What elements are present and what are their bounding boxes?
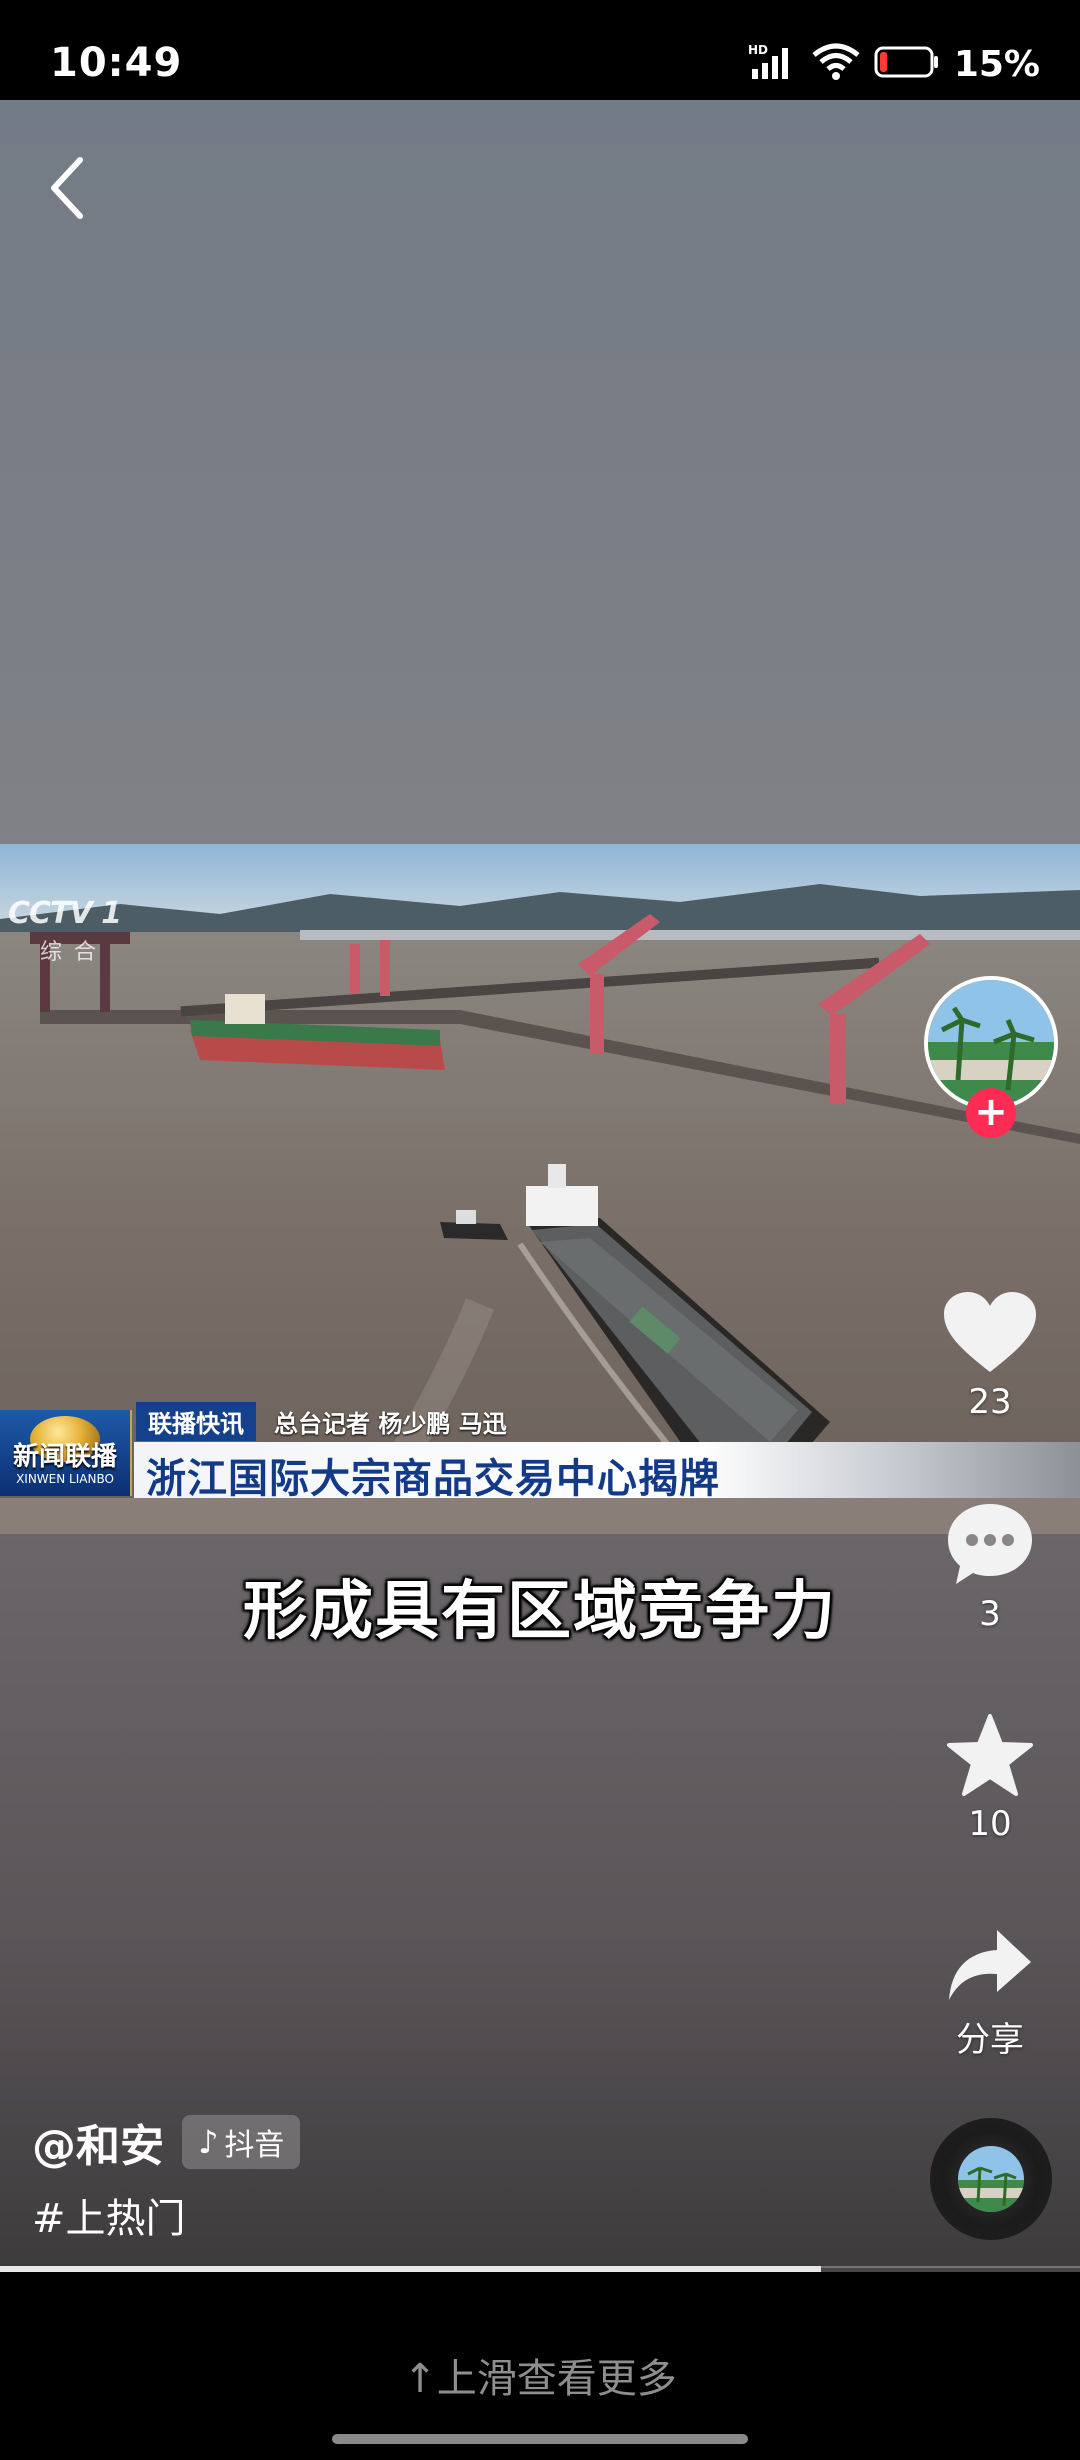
home-indicator[interactable]: [332, 2434, 748, 2444]
comment-icon: [948, 1504, 1032, 1584]
share-button[interactable]: 分享: [920, 1926, 1060, 2061]
comment-count: 3: [979, 1594, 1001, 1634]
news-headline: 浙江国际大宗商品交易中心揭牌: [146, 1456, 720, 1502]
back-arrow-icon: [51, 157, 83, 219]
network-type-label: HD: [748, 43, 768, 57]
comment-button[interactable]: 3: [920, 1500, 1060, 1634]
favorite-count: 10: [968, 1804, 1012, 1844]
swipe-up-hint[interactable]: ↑上滑查看更多: [0, 2346, 1080, 2404]
news-program-name-en: XINWEN LIANBO: [16, 1472, 114, 1486]
platform-badge[interactable]: ♪ 抖音: [182, 2115, 301, 2169]
follow-button[interactable]: +: [966, 1088, 1016, 1138]
bottom-area: ↑上滑查看更多: [0, 2272, 1080, 2460]
favorite-button[interactable]: 10: [920, 1712, 1060, 1844]
hashtag-link[interactable]: #上热门: [32, 2186, 186, 2244]
news-program-logo: 新闻联播 XINWEN LIANBO: [0, 1410, 132, 1496]
heart-icon: [944, 1292, 1036, 1372]
share-label: 分享: [956, 2020, 1024, 2060]
swipe-up-hint-label: 上滑查看更多: [436, 2356, 677, 2402]
platform-badge-label: 抖音: [224, 2128, 285, 2163]
battery-percent: 15%: [953, 43, 1040, 85]
music-disc[interactable]: [930, 2118, 1052, 2240]
headline-bar: 浙江国际大宗商品交易中心揭牌: [134, 1442, 1080, 1502]
status-time: 10:49: [50, 40, 183, 86]
like-button[interactable]: 23: [920, 1290, 1060, 1422]
battery-icon: [874, 45, 940, 83]
news-flash-tag: 联播快讯: [136, 1401, 256, 1441]
author-name[interactable]: @和安: [32, 2110, 164, 2174]
back-button[interactable]: [40, 150, 100, 230]
news-video-frame: CCTV 1 综合 新闻联播 XINWEN LIANBO 联播快讯 总台记者 杨…: [0, 844, 1080, 1534]
signal-icon: HD: [748, 43, 798, 85]
battery-fill: [879, 52, 888, 72]
reporter-credit: 总台记者 杨少鹏 马迅: [274, 1409, 507, 1438]
like-count: 23: [968, 1382, 1012, 1422]
app-screen: 10:49 HD 15% CCTV 1 综合 新闻联播 XINWEN LIANB…: [0, 0, 1080, 2460]
news-program-name: 新闻联播: [12, 1442, 117, 1472]
status-icons: HD 15%: [748, 43, 1040, 85]
channel-sub: 综合: [40, 940, 109, 965]
channel-logo: CCTV 1: [8, 896, 122, 931]
music-cover-image: [958, 2146, 1024, 2212]
wifi-icon: [812, 43, 860, 85]
tiktok-note-icon: ♪: [198, 2123, 219, 2161]
lower-third-top: 联播快讯 总台记者 杨少鹏 马迅: [136, 1401, 507, 1441]
author-row: @和安 ♪ 抖音: [32, 2110, 301, 2174]
up-arrow-icon: ↑: [403, 2356, 437, 2402]
status-bar: 10:49 HD 15%: [0, 0, 1080, 100]
star-icon: [947, 1714, 1033, 1796]
video-subtitle: 形成具有区域竞争力: [243, 1575, 837, 1649]
video-player[interactable]: CCTV 1 综合 新闻联播 XINWEN LIANBO 联播快讯 总台记者 杨…: [0, 100, 1080, 2268]
share-arrow-icon: [949, 1930, 1031, 2000]
